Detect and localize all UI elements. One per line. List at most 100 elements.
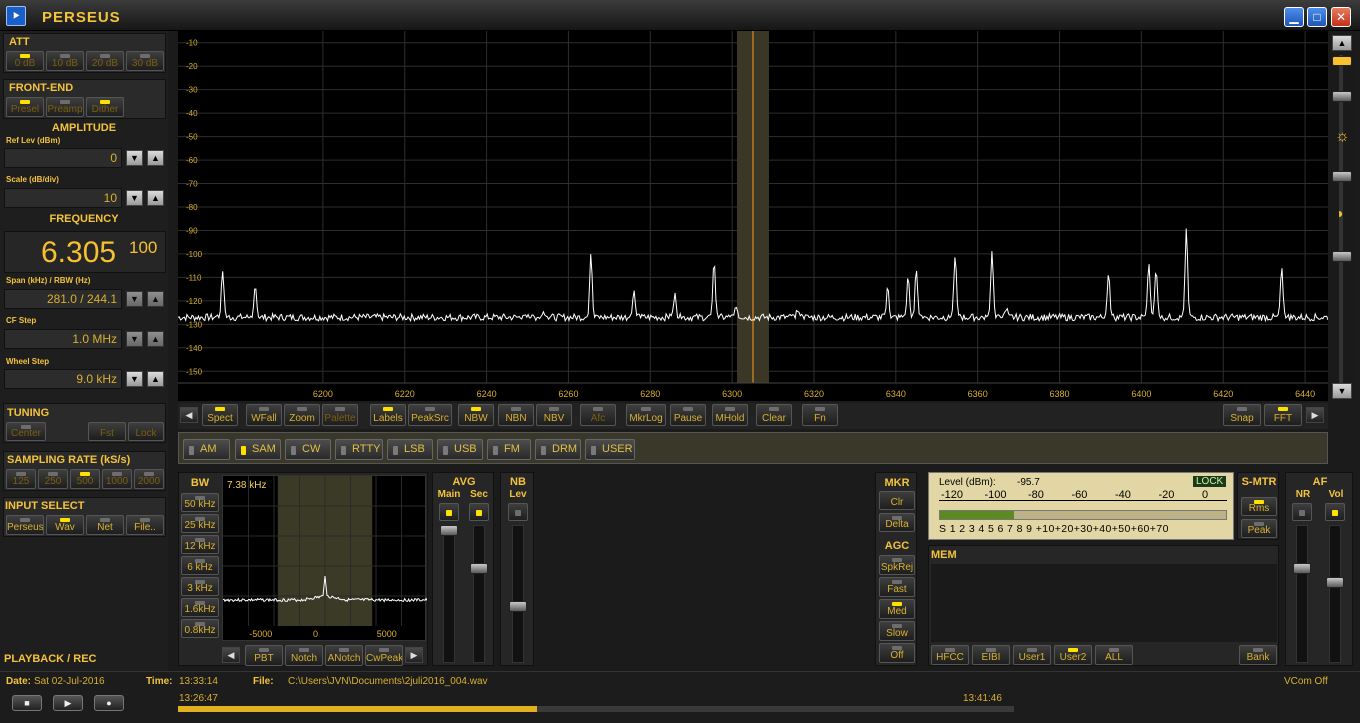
filter-cwpeak-button[interactable]: CwPeak: [365, 645, 403, 666]
smtr-peak-button[interactable]: Peak: [1241, 519, 1277, 538]
minimize-button[interactable]: ▁: [1284, 7, 1304, 27]
agc-med-button[interactable]: Med: [879, 599, 915, 619]
filter-anotch-button[interactable]: ANotch: [325, 645, 363, 666]
mem-user1-button[interactable]: User1: [1013, 645, 1051, 665]
agc-off-button[interactable]: Off: [879, 643, 915, 663]
avg-sec-slider[interactable]: [473, 525, 485, 663]
agc-fast-button[interactable]: Fast: [879, 577, 915, 597]
sample-rate-2000-button[interactable]: 2000: [134, 469, 164, 489]
sample-rate-1000-button[interactable]: 1000: [102, 469, 132, 489]
bw-1-6khz-button[interactable]: 1.6kHz: [181, 598, 219, 617]
sample-rate-250-button[interactable]: 250: [38, 469, 68, 489]
toolbar-palette-button[interactable]: Palette: [322, 404, 358, 426]
record-button[interactable]: ●: [94, 695, 124, 711]
toolbar-pause-button[interactable]: Pause: [670, 404, 706, 426]
filter-notch-button[interactable]: Notch: [285, 645, 323, 666]
ref-level-up-button[interactable]: ▲: [147, 150, 164, 166]
avg-sec-button[interactable]: [469, 503, 489, 521]
stop-button[interactable]: ■: [12, 695, 42, 711]
play-button[interactable]: ▶: [53, 695, 83, 711]
ref-level-down-button[interactable]: ▼: [126, 150, 143, 166]
att-20-db-button[interactable]: 20 dB: [86, 51, 124, 71]
scroll-up-button[interactable]: ▲: [1332, 35, 1352, 51]
toolbar-clear-button[interactable]: Clear: [756, 404, 792, 426]
audio-spectrum-display[interactable]: 7.38 kHz -5000 0 5000: [222, 475, 428, 641]
cf-step-down-button[interactable]: ▼: [126, 331, 143, 347]
toolbar-fn-button[interactable]: Fn: [802, 404, 838, 426]
waterfall-level-icon[interactable]: [1332, 56, 1352, 66]
att-30-db-button[interactable]: 30 dB: [126, 51, 164, 71]
scroll-down-button[interactable]: ▼: [1332, 383, 1352, 399]
filter-scroll-right-button[interactable]: ▶: [405, 647, 423, 663]
ref-level-field[interactable]: 0: [4, 148, 122, 168]
toolbar-zoom-button[interactable]: Zoom: [284, 404, 320, 426]
spectrum-plot[interactable]: -10 -20 -30 -40 -50 -60 -70 -80 -90 -100 -110 -120 -…: [177, 31, 1329, 401]
bw-25-khz-button[interactable]: 25 kHz: [181, 514, 219, 533]
nb-button[interactable]: [508, 503, 528, 521]
mode-user-button[interactable]: USER: [585, 439, 635, 460]
mode-drm-button[interactable]: DRM: [535, 439, 581, 460]
tuning-center-button[interactable]: Center: [6, 422, 46, 441]
avg-main-button[interactable]: [439, 503, 459, 521]
sample-rate-500-button[interactable]: 500: [70, 469, 100, 489]
mem-user2-button[interactable]: User2: [1054, 645, 1092, 665]
toolbar-mkrlog-button[interactable]: MkrLog: [626, 404, 666, 426]
maximize-button[interactable]: □: [1307, 7, 1327, 27]
toolbar-labels-button[interactable]: Labels: [370, 404, 406, 426]
mode-am-button[interactable]: AM: [183, 439, 230, 460]
frontend-dither-button[interactable]: Dither: [86, 97, 124, 117]
tuning-lock-button[interactable]: Lock: [128, 422, 164, 441]
scale-up-button[interactable]: ▲: [147, 190, 164, 206]
toolbar-nbn-button[interactable]: NBN: [498, 404, 534, 426]
input-file-button[interactable]: File..: [126, 515, 164, 535]
cf-step-field[interactable]: 1.0 MHz: [4, 329, 122, 349]
mem-hfcc-button[interactable]: HFCC: [931, 645, 969, 665]
nb-level-slider[interactable]: [512, 525, 524, 663]
bw-3-khz-button[interactable]: 3 kHz: [181, 577, 219, 596]
toolbar-nbw-button[interactable]: NBW: [458, 404, 494, 426]
toolbar-spect-button[interactable]: Spect: [202, 404, 238, 426]
mem-eibi-button[interactable]: EIBI: [972, 645, 1010, 665]
mode-cw-button[interactable]: CW: [285, 439, 331, 460]
span-up-button[interactable]: ▲: [147, 291, 164, 307]
toolbar-wfall-button[interactable]: WFall: [246, 404, 282, 426]
toolbar-afc-button[interactable]: Afc: [580, 404, 616, 426]
contrast-slider-knob[interactable]: [1332, 251, 1352, 262]
att-0-db-button[interactable]: 0 dB: [6, 51, 44, 71]
agc-slow-button[interactable]: Slow: [879, 621, 915, 641]
bw-0-8khz-button[interactable]: 0.8kHz: [181, 619, 219, 638]
sample-rate-125-button[interactable]: 125: [6, 469, 36, 489]
mode-fm-button[interactable]: FM: [487, 439, 531, 460]
input-perseus-button[interactable]: Perseus: [6, 515, 44, 535]
input-net-button[interactable]: Net: [86, 515, 124, 535]
af-nr-button[interactable]: [1292, 503, 1312, 521]
memory-list[interactable]: [931, 564, 1277, 642]
wheel-step-up-button[interactable]: ▲: [147, 371, 164, 387]
af-vol-knob[interactable]: [1326, 577, 1344, 588]
spectrum-scroll-right-button[interactable]: ▶: [1306, 407, 1324, 423]
scale-field[interactable]: 10: [4, 188, 122, 208]
avg-main-slider[interactable]: [443, 525, 455, 663]
att-10-db-button[interactable]: 10 dB: [46, 51, 84, 71]
spectrum-display[interactable]: -10 -20 -30 -40 -50 -60 -70 -80 -90 -100 -110 -120 -…: [177, 31, 1329, 401]
smtr-rms-button[interactable]: Rms: [1241, 497, 1277, 516]
af-vol-button[interactable]: [1325, 503, 1345, 521]
snap-button[interactable]: Snap: [1223, 404, 1261, 426]
frequency-display[interactable]: 6.305 100: [4, 231, 166, 273]
avg-main-knob[interactable]: [440, 525, 458, 536]
toolbar-peaksrc-button[interactable]: PeakSrc: [408, 404, 452, 426]
span-down-button[interactable]: ▼: [126, 291, 143, 307]
avg-sec-knob[interactable]: [470, 563, 488, 574]
wheel-step-down-button[interactable]: ▼: [126, 371, 143, 387]
mode-sam-button[interactable]: SAM: [235, 439, 281, 460]
filter-scroll-left-button[interactable]: ◀: [222, 647, 240, 663]
spectrum-scroll-left-button[interactable]: ◀: [180, 407, 198, 423]
filter-pbt-button[interactable]: PBT: [245, 645, 283, 666]
scale-down-button[interactable]: ▼: [126, 190, 143, 206]
mkr-clear-button[interactable]: Clr: [879, 491, 915, 510]
mem-bank-button[interactable]: Bank: [1239, 645, 1277, 665]
bw-12-khz-button[interactable]: 12 kHz: [181, 535, 219, 554]
frontend-presel-button[interactable]: Presel: [6, 97, 44, 117]
mode-usb-button[interactable]: USB: [437, 439, 483, 460]
tuning-fast-button[interactable]: Fst: [88, 422, 126, 441]
